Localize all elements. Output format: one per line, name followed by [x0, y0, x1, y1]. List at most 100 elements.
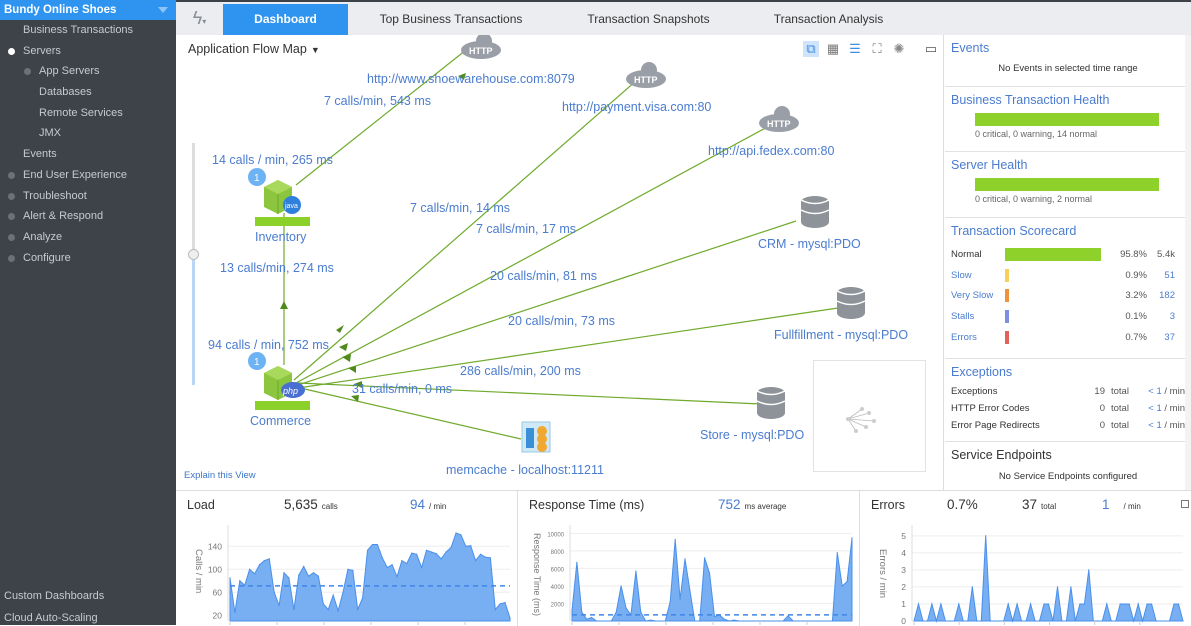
- server-health-bar[interactable]: [975, 178, 1159, 191]
- tab-dashboard[interactable]: Dashboard: [223, 4, 348, 35]
- data-point: [733, 619, 735, 621]
- sidebar-item-analyze[interactable]: Analyze: [0, 227, 176, 248]
- backend-name[interactable]: http://payment.visa.com:80: [562, 100, 711, 114]
- edge-label: 31 calls/min, 0 ms: [352, 382, 452, 396]
- svg-text:php: php: [282, 386, 298, 396]
- backend-name[interactable]: CRM - mysql:PDO: [758, 237, 861, 251]
- data-point: [366, 549, 369, 551]
- exceptions-title[interactable]: Exceptions: [951, 365, 1185, 379]
- scorecard-bar[interactable]: [1005, 309, 1009, 323]
- data-point: [327, 608, 329, 611]
- edge-commerce-visa[interactable]: [293, 80, 637, 381]
- response-time-chart[interactable]: 2000 4000 6000 8000 10000 Response Time (ms): [518, 491, 860, 626]
- scorecard-label[interactable]: Errors: [951, 332, 1005, 343]
- edge-label: 286 calls/min, 200 ms: [460, 364, 581, 378]
- server-health-title[interactable]: Server Health: [951, 158, 1185, 172]
- scorecard-count[interactable]: 37: [1147, 332, 1175, 343]
- backend-name[interactable]: Store - mysql:PDO: [700, 428, 804, 442]
- data-point: [1052, 620, 1054, 622]
- scorecard-bar[interactable]: [1005, 247, 1101, 261]
- scorecard-count[interactable]: 182: [1147, 290, 1175, 301]
- scorecard-label[interactable]: Very Slow: [951, 290, 1005, 301]
- exception-rate[interactable]: < 1 / min: [1135, 417, 1185, 434]
- tab-transaction-snapshots[interactable]: Transaction Snapshots: [556, 4, 741, 35]
- sidebar-item-label: Configure: [23, 251, 71, 264]
- data-point: [797, 620, 799, 622]
- sidebar-item-alert-respond[interactable]: Alert & Respond: [0, 206, 176, 227]
- scorecard-bar[interactable]: [1005, 289, 1009, 303]
- edge-label: 7 calls/min, 543 ms: [324, 94, 431, 108]
- bullet-icon: [24, 68, 31, 76]
- arrow-head: [348, 366, 356, 373]
- edge-label: 20 calls/min, 81 ms: [490, 269, 597, 283]
- scorecard-label[interactable]: Stalls: [951, 311, 1005, 322]
- data-point: [1160, 620, 1162, 622]
- exception-rate[interactable]: < 1 / min: [1135, 400, 1185, 417]
- data-point: [792, 620, 794, 622]
- sidebar-item-end-user-experience[interactable]: End User Experience: [0, 165, 176, 186]
- nav-cloud-auto-scaling[interactable]: Cloud Auto-Scaling: [4, 612, 98, 624]
- sidebar-item-events[interactable]: Events: [0, 144, 176, 165]
- scorecard-bar[interactable]: [1005, 330, 1009, 344]
- bt-health-title[interactable]: Business Transaction Health: [951, 93, 1185, 107]
- nav-custom-dashboards[interactable]: Custom Dashboards: [4, 590, 104, 602]
- scorecard-label[interactable]: Slow: [951, 270, 1005, 281]
- data-point: [581, 611, 583, 613]
- backend-name[interactable]: http://www.shoewarehouse.com:8079: [367, 72, 575, 86]
- sidebar-item-jmx[interactable]: JMX: [0, 123, 176, 144]
- data-point: [659, 620, 661, 622]
- http-cloud-icon[interactable]: HTTP: [626, 62, 666, 88]
- edge-commerce-fedex[interactable]: [295, 124, 772, 384]
- data-point: [1043, 603, 1045, 605]
- backend-name[interactable]: Fullfillment - mysql:PDO: [774, 328, 908, 342]
- scorecard-count[interactable]: 51: [1147, 270, 1175, 281]
- sidebar-item-remote-services[interactable]: Remote Services: [0, 103, 176, 124]
- backend-name[interactable]: http://api.fedex.com:80: [708, 144, 835, 158]
- data-point: [812, 620, 814, 622]
- actions-menu[interactable]: ϟ▾: [176, 2, 223, 35]
- data-point: [958, 603, 960, 605]
- events-title[interactable]: Events: [951, 41, 1185, 55]
- explain-this-view-link[interactable]: Explain this View: [184, 470, 256, 481]
- right-panel-scrollbar[interactable]: [1185, 35, 1191, 490]
- database-icon[interactable]: [800, 196, 830, 228]
- scorecard-row: Stalls 0.1% 3: [951, 306, 1185, 327]
- y-tick-label: 140: [208, 541, 222, 551]
- tab-top-business-transactions[interactable]: Top Business Transactions: [356, 4, 546, 35]
- app-selector[interactable]: Bundy Online Shoes: [0, 0, 176, 20]
- scorecard-bar[interactable]: [1005, 268, 1009, 282]
- data-point: [1182, 620, 1184, 622]
- exception-rate[interactable]: < 1 / min: [1135, 383, 1185, 400]
- data-point: [1070, 586, 1072, 588]
- load-chart[interactable]: 20 60 100 140 Calls / min: [176, 491, 518, 626]
- edge-commerce-crm[interactable]: [297, 220, 797, 386]
- backend-name[interactable]: memcache - localhost:11211: [446, 463, 604, 477]
- sidebar-item-app-servers[interactable]: App Servers: [0, 61, 176, 82]
- http-cloud-icon[interactable]: HTTP: [461, 35, 501, 59]
- data-point: [440, 558, 442, 560]
- y-tick-label: 4000: [551, 585, 565, 591]
- tier-name[interactable]: Commerce: [250, 414, 311, 428]
- cache-icon[interactable]: [521, 421, 551, 453]
- mini-map[interactable]: [813, 360, 926, 472]
- scorecard-title[interactable]: Transaction Scorecard: [951, 224, 1185, 238]
- service-endpoints-title[interactable]: Service Endpoints: [951, 448, 1185, 462]
- sidebar-item-servers[interactable]: Servers: [0, 41, 176, 62]
- database-icon[interactable]: [756, 387, 786, 419]
- sidebar-item-troubleshoot[interactable]: Troubleshoot: [0, 186, 176, 207]
- bt-health-bar[interactable]: [975, 113, 1159, 126]
- sidebar-item-databases[interactable]: Databases: [0, 82, 176, 103]
- data-point: [917, 603, 920, 605]
- y-tick-label: 2: [901, 582, 906, 592]
- data-point: [1177, 603, 1180, 605]
- data-point: [777, 620, 779, 622]
- tier-inventory-icon[interactable]: java 1: [248, 168, 310, 226]
- errors-chart[interactable]: 012345Errors / min: [860, 491, 1191, 626]
- tab-transaction-analysis[interactable]: Transaction Analysis: [746, 4, 911, 35]
- sidebar-item-business-transactions[interactable]: Business Transactions: [0, 20, 176, 41]
- http-cloud-icon[interactable]: HTTP: [759, 106, 799, 132]
- scorecard-count[interactable]: 3: [1147, 311, 1175, 322]
- database-icon[interactable]: [836, 287, 866, 319]
- sidebar-item-configure[interactable]: Configure: [0, 248, 176, 269]
- tier-name[interactable]: Inventory: [255, 230, 307, 244]
